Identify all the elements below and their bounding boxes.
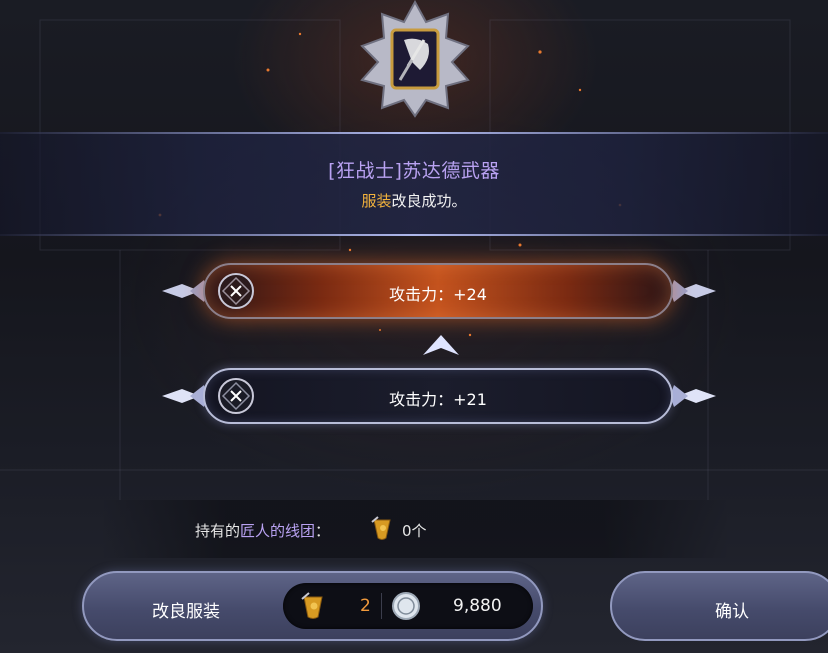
cost-divider — [381, 593, 382, 619]
result-message-highlight: 服装 — [361, 192, 392, 210]
gold-cost: 9,880 — [453, 596, 502, 616]
new-stat-label: 攻击力：+24 — [389, 285, 487, 304]
right-wing-ornament — [670, 280, 716, 302]
result-message-text: 改良成功。 — [391, 192, 467, 210]
item-emblem — [356, 0, 474, 118]
result-message: 服装改良成功。 — [0, 190, 828, 211]
silver-coin-icon — [392, 592, 420, 620]
old-stat-bar: 攻击力：+21 — [203, 368, 673, 424]
banner-bottom-edge — [0, 234, 828, 236]
owned-count: 0个 — [402, 522, 427, 540]
owned-materials-row: 持有的匠人的线团： 0个 — [100, 500, 730, 558]
cost-display: 2 9,880 — [283, 583, 533, 629]
material-name: 匠人的线团 — [240, 522, 316, 540]
confirm-label: 确认 — [715, 602, 749, 622]
thread-spool-icon — [371, 516, 391, 540]
confirm-button[interactable]: 确认 — [610, 571, 828, 641]
result-banner: [狂战士]苏达德武器 服装改良成功。 — [0, 132, 828, 236]
material-cost: 2 — [360, 596, 371, 616]
banner-top-edge — [0, 132, 828, 134]
improve-costume-label: 改良服装 — [152, 602, 220, 622]
thread-spool-icon — [301, 592, 323, 619]
improve-costume-button[interactable]: 改良服装 2 9,880 — [82, 571, 543, 641]
owned-materials-text: 持有的匠人的线团： — [195, 520, 330, 541]
item-title: [狂战士]苏达德武器 — [328, 160, 500, 182]
up-arrow-icon — [423, 335, 459, 355]
right-wing-ornament — [670, 385, 716, 407]
old-stat-label: 攻击力：+21 — [389, 390, 487, 409]
owned-prefix: 持有的 — [195, 522, 241, 540]
new-stat-bar: 攻击力：+24 — [203, 263, 673, 319]
owned-suffix: ： — [315, 522, 331, 540]
